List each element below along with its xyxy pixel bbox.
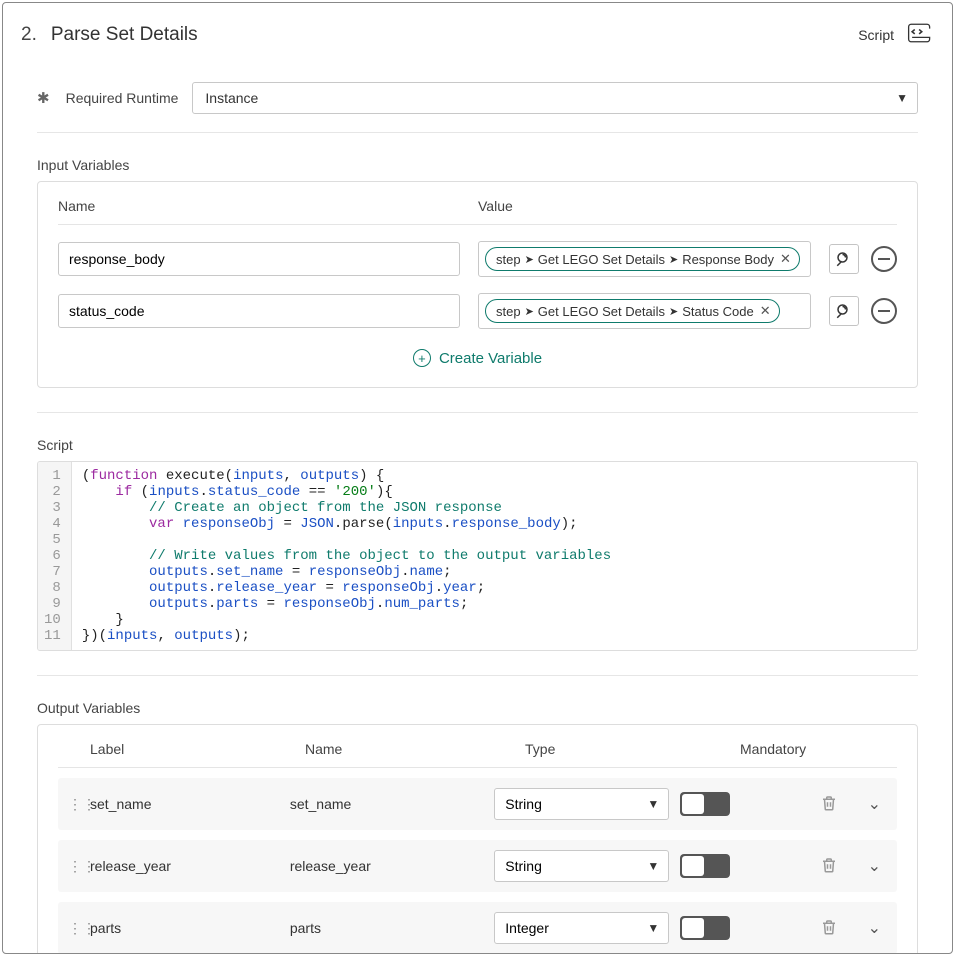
remove-row-button[interactable] [871, 298, 897, 324]
input-var-value[interactable]: step ➤ Get LEGO Set Details ➤ Status Cod… [478, 293, 811, 329]
required-icon: ✱ [37, 89, 50, 107]
pill-remove-icon[interactable]: ✕ [780, 251, 791, 267]
plus-circle-icon: + [413, 349, 431, 367]
output-var-row: ⋮⋮ set_name set_name String ▼ ⌄ [58, 778, 897, 830]
trash-icon[interactable] [820, 918, 838, 939]
input-var-row: step ➤ Get LEGO Set Details ➤ Status Cod… [58, 293, 897, 329]
runtime-label: Required Runtime [66, 90, 179, 106]
arrow-icon: ➤ [669, 305, 678, 318]
code-content[interactable]: (function execute(inputs, outputs) { if … [72, 462, 621, 650]
col-header-mandatory: Mandatory [740, 741, 897, 757]
script-editor[interactable]: 1234567891011 (function execute(inputs, … [37, 461, 918, 651]
output-var-row: ⋮⋮ parts parts Integer ▼ ⌄ [58, 902, 897, 953]
page-title: Parse Set Details [51, 24, 198, 46]
drag-handle-icon[interactable]: ⋮⋮ [68, 920, 90, 937]
data-pill[interactable]: step ➤ Get LEGO Set Details ➤ Response B… [485, 247, 800, 271]
input-variables-card: Name Value step ➤ Get LEGO Set Details ➤… [37, 181, 918, 388]
output-var-name: release_year [290, 858, 494, 874]
type-select[interactable]: String [494, 788, 669, 820]
title-row: 2. Parse Set Details Script [3, 3, 952, 62]
trash-icon[interactable] [820, 856, 838, 877]
data-pill[interactable]: step ➤ Get LEGO Set Details ➤ Status Cod… [485, 299, 780, 323]
chevron-down-icon[interactable]: ⌄ [862, 856, 887, 876]
input-var-row: step ➤ Get LEGO Set Details ➤ Response B… [58, 241, 897, 277]
data-picker-button[interactable] [829, 244, 859, 274]
col-header-name: Name [305, 741, 525, 757]
create-input-variable[interactable]: + Create Variable [58, 349, 897, 367]
mandatory-toggle[interactable] [680, 792, 730, 816]
col-header-type: Type [525, 741, 740, 757]
arrow-icon: ➤ [669, 253, 678, 266]
arrow-icon: ➤ [525, 253, 534, 266]
type-select[interactable]: Integer [494, 912, 669, 944]
data-picker-button[interactable] [829, 296, 859, 326]
input-var-value[interactable]: step ➤ Get LEGO Set Details ➤ Response B… [478, 241, 811, 277]
output-var-row: ⋮⋮ release_year release_year String ▼ [58, 840, 897, 892]
step-panel: 2. Parse Set Details Script ✱ Required R… [2, 2, 953, 954]
output-variables-card: Label Name Type Mandatory ⋮⋮ set_name se… [37, 724, 918, 953]
script-section-label: Script [37, 437, 918, 453]
step-number: 2. [21, 24, 37, 46]
input-var-name[interactable] [58, 242, 460, 276]
script-link[interactable]: Script [858, 27, 894, 43]
output-var-name: set_name [290, 796, 494, 812]
arrow-icon: ➤ [525, 305, 534, 318]
output-var-label: release_year [90, 858, 290, 874]
output-variables-label: Output Variables [37, 700, 918, 716]
runtime-row: ✱ Required Runtime Instance ▼ [37, 62, 918, 133]
script-icon[interactable] [906, 19, 934, 50]
type-select[interactable]: String [494, 850, 669, 882]
col-header-name: Name [58, 198, 478, 214]
output-var-label: set_name [90, 796, 290, 812]
col-header-label: Label [90, 741, 305, 757]
drag-handle-icon[interactable]: ⋮⋮ [68, 858, 90, 875]
input-variables-label: Input Variables [37, 157, 918, 173]
col-header-value: Value [478, 198, 897, 214]
line-gutter: 1234567891011 [38, 462, 72, 650]
trash-icon[interactable] [820, 794, 838, 815]
output-var-label: parts [90, 920, 290, 936]
input-var-name[interactable] [58, 294, 460, 328]
drag-handle-icon[interactable]: ⋮⋮ [68, 796, 90, 813]
chevron-down-icon[interactable]: ⌄ [862, 794, 887, 814]
mandatory-toggle[interactable] [680, 916, 730, 940]
mandatory-toggle[interactable] [680, 854, 730, 878]
chevron-down-icon[interactable]: ⌄ [862, 918, 887, 938]
output-var-name: parts [290, 920, 494, 936]
remove-row-button[interactable] [871, 246, 897, 272]
runtime-select[interactable]: Instance [192, 82, 918, 114]
pill-remove-icon[interactable]: ✕ [760, 303, 771, 319]
